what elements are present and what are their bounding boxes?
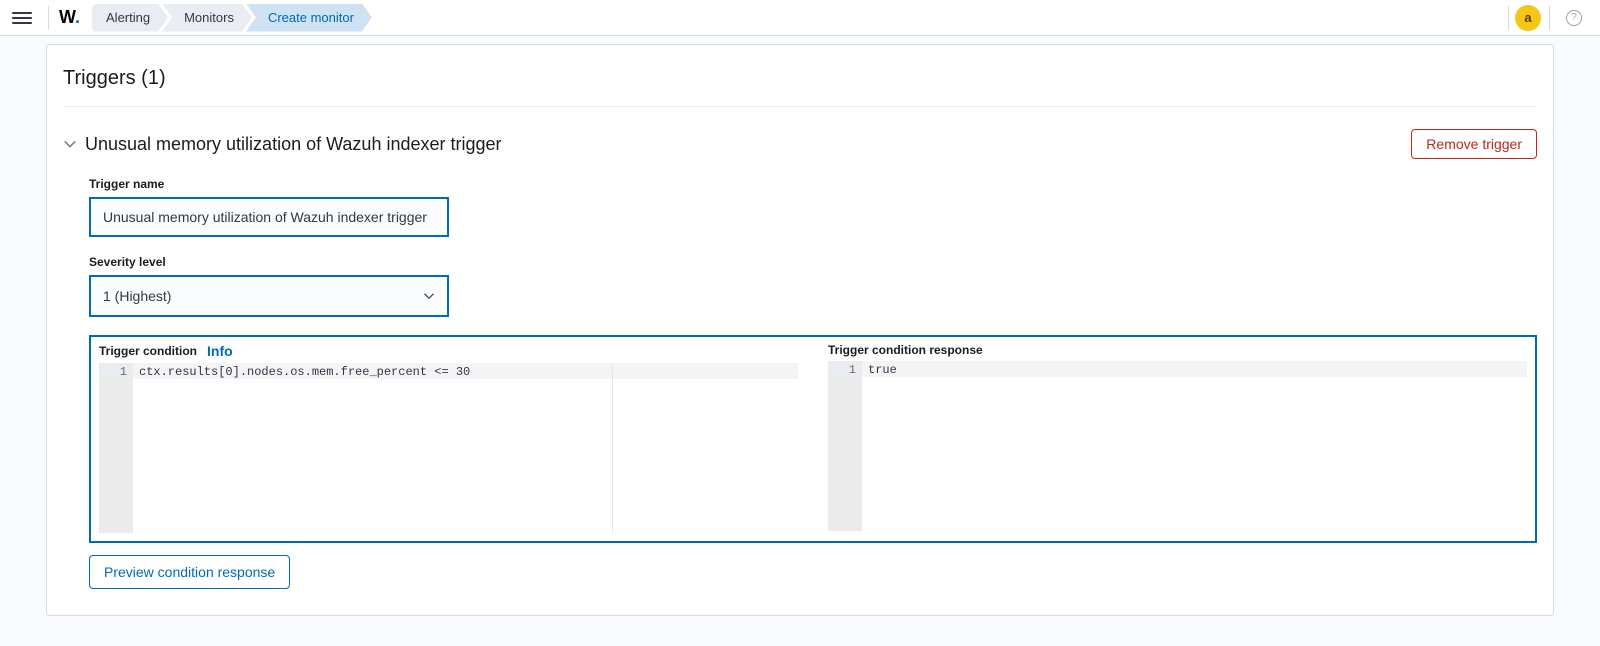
trigger-condition-label: Trigger condition bbox=[99, 344, 197, 358]
section-title: Triggers (1) bbox=[63, 67, 1537, 107]
severity-select[interactable]: 1 (Highest) bbox=[89, 275, 449, 317]
divider bbox=[1508, 6, 1509, 30]
trigger-name-label: Trigger name bbox=[89, 177, 1537, 191]
trigger-condition-editor[interactable]: 1 ctx.results[0].nodes.os.mem.free_perce… bbox=[99, 363, 798, 533]
page-panel: Triggers (1) Unusual memory utilization … bbox=[46, 44, 1554, 616]
trigger-condition-response-editor[interactable]: 1 true bbox=[828, 361, 1527, 531]
top-bar: W. Alerting Monitors Create monitor a ? bbox=[0, 0, 1600, 36]
trigger-condition-box: Trigger condition Info 1 ctx.results[0].… bbox=[89, 335, 1537, 543]
logo-text: W bbox=[59, 7, 75, 27]
remove-trigger-button[interactable]: Remove trigger bbox=[1411, 129, 1537, 159]
logo[interactable]: W. bbox=[59, 7, 80, 28]
trigger-header: Unusual memory utilization of Wazuh inde… bbox=[63, 129, 1537, 159]
chevron-down-icon[interactable] bbox=[63, 137, 77, 151]
response-code: true bbox=[862, 361, 1527, 377]
severity-value: 1 (Highest) bbox=[103, 288, 171, 304]
breadcrumb-alerting[interactable]: Alerting bbox=[92, 4, 168, 32]
info-link[interactable]: Info bbox=[207, 343, 233, 359]
breadcrumb-monitors[interactable]: Monitors bbox=[162, 4, 252, 32]
breadcrumb: Alerting Monitors Create monitor bbox=[92, 0, 366, 35]
trigger-condition-response-label: Trigger condition response bbox=[828, 343, 983, 357]
chevron-down-icon bbox=[423, 290, 435, 302]
severity-label: Severity level bbox=[89, 255, 1537, 269]
preview-condition-response-button[interactable]: Preview condition response bbox=[89, 555, 290, 589]
menu-icon[interactable] bbox=[12, 8, 32, 28]
trigger-title: Unusual memory utilization of Wazuh inde… bbox=[85, 134, 502, 155]
trigger-name-input[interactable] bbox=[89, 197, 449, 237]
avatar[interactable]: a bbox=[1515, 5, 1541, 31]
divider bbox=[1549, 6, 1550, 30]
gutter-line-number: 1 bbox=[828, 363, 856, 377]
condition-code: ctx.results[0].nodes.os.mem.free_percent… bbox=[133, 363, 798, 379]
gutter-line-number: 1 bbox=[99, 365, 127, 379]
help-icon[interactable]: ? bbox=[1566, 10, 1582, 26]
breadcrumb-create-monitor[interactable]: Create monitor bbox=[246, 4, 372, 32]
divider bbox=[48, 6, 49, 30]
